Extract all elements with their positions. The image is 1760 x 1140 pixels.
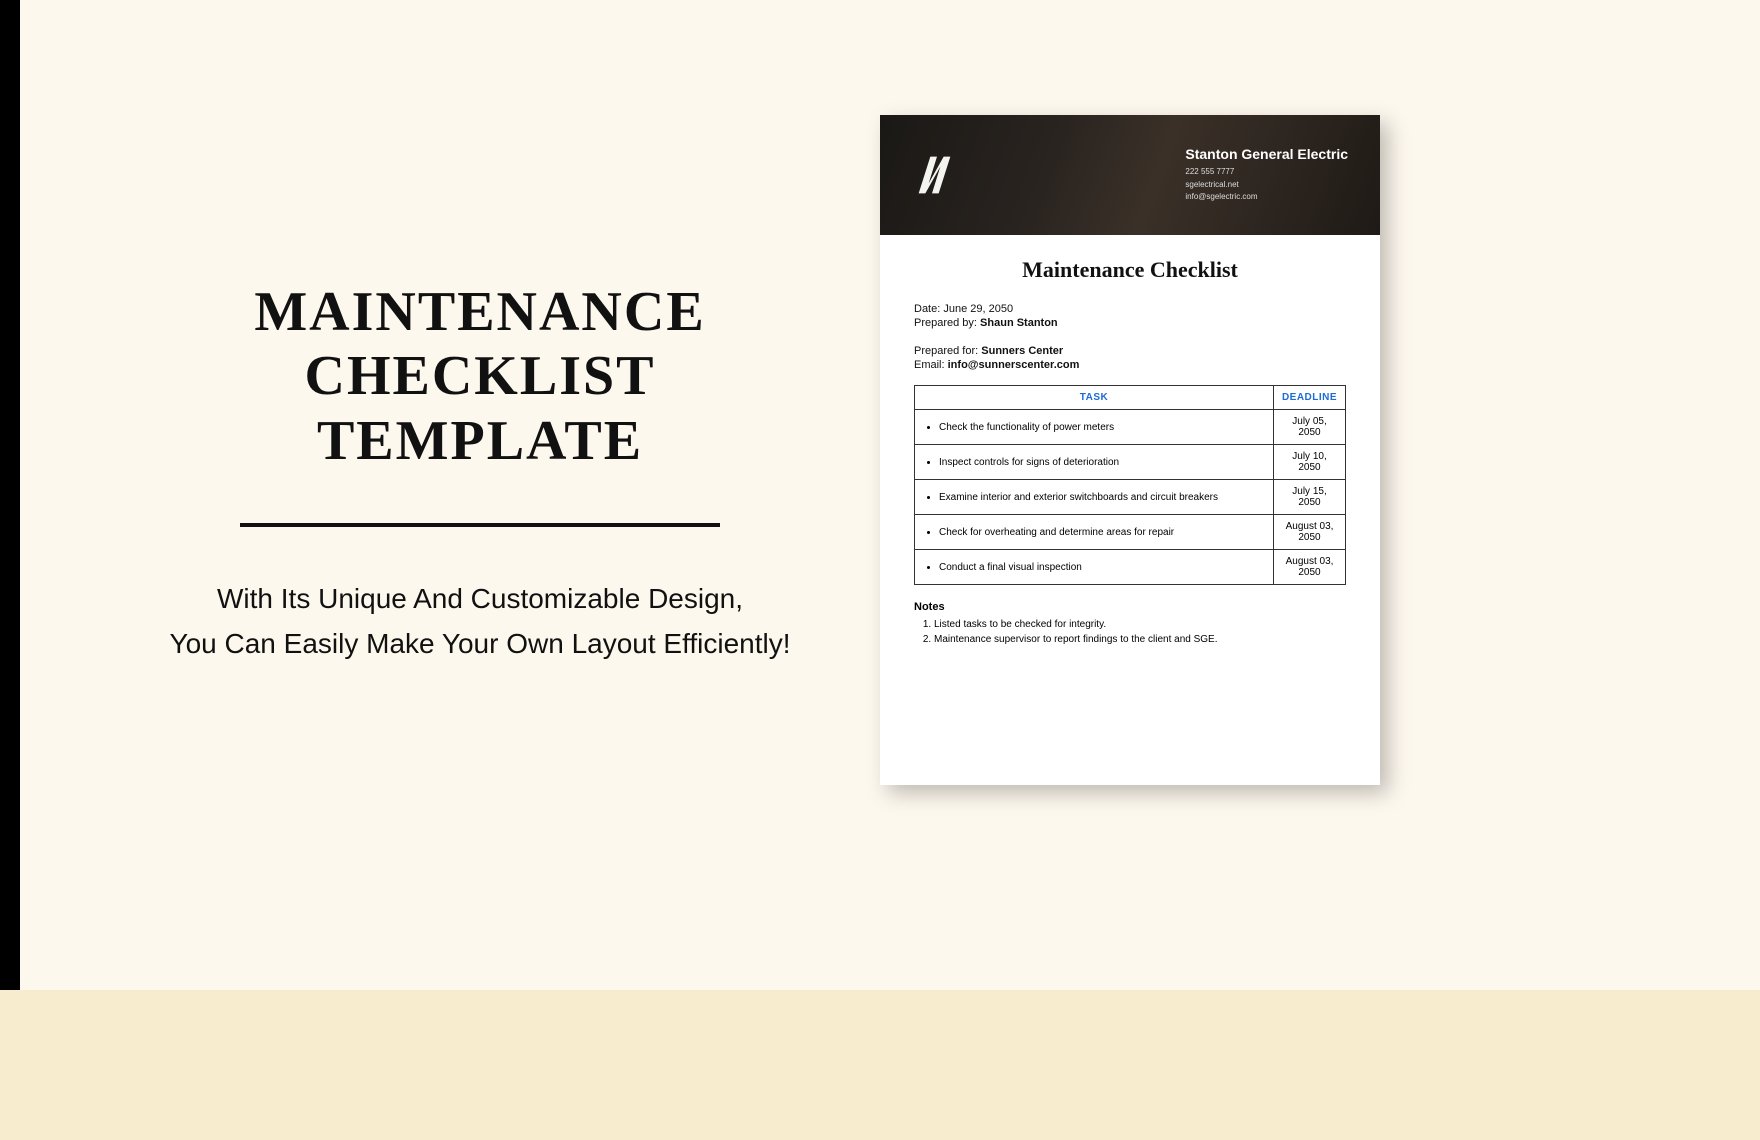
table-row: Examine interior and exterior switchboar…	[915, 480, 1346, 515]
note-item: Maintenance supervisor to report finding…	[934, 632, 1346, 647]
task-text: Examine interior and exterior switchboar…	[939, 492, 1267, 503]
company-block: Stanton General Electric 222 555 7777 sg…	[1185, 146, 1348, 204]
cell-deadline: July 10, 2050	[1274, 445, 1346, 480]
document-header: Stanton General Electric 222 555 7777 sg…	[880, 115, 1380, 235]
document-title: Maintenance Checklist	[914, 257, 1346, 283]
company-email: info@sgelectric.com	[1185, 191, 1348, 204]
title-divider	[240, 523, 720, 527]
task-text: Check the functionality of power meters	[939, 422, 1267, 433]
cell-deadline: July 05, 2050	[1274, 410, 1346, 445]
table-row: Check the functionality of power meters …	[915, 410, 1346, 445]
meta-prepared-for-label: Prepared for:	[914, 345, 978, 357]
company-phone: 222 555 7777	[1185, 166, 1348, 179]
meta-prepared-by-value: Shaun Stanton	[980, 317, 1058, 329]
notes-list: Listed tasks to be checked for integrity…	[934, 617, 1346, 647]
task-text: Check for overheating and determine area…	[939, 527, 1267, 538]
cell-deadline: August 03, 2050	[1274, 515, 1346, 550]
notes-title: Notes	[914, 601, 1346, 613]
table-row: Inspect controls for signs of deteriorat…	[915, 445, 1346, 480]
table-row: Conduct a final visual inspection August…	[915, 550, 1346, 585]
title-line-2: TEMPLATE	[120, 409, 840, 473]
subtitle-line-1: With Its Unique And Customizable Design,	[120, 577, 840, 622]
note-item: Listed tasks to be checked for integrity…	[934, 617, 1346, 632]
meta-block-2: Prepared for: Sunners Center Email: info…	[914, 345, 1346, 371]
company-name: Stanton General Electric	[1185, 146, 1348, 162]
company-website: sgelectrical.net	[1185, 179, 1348, 192]
company-logo-icon	[912, 150, 962, 200]
task-text: Inspect controls for signs of deteriorat…	[939, 457, 1267, 468]
meta-date-label: Date:	[914, 303, 940, 315]
checklist-table: TASK DEADLINE Check the functionality of…	[914, 385, 1346, 585]
document-preview-wrap: Stanton General Electric 222 555 7777 sg…	[880, 115, 1380, 785]
cell-task: Check the functionality of power meters	[915, 410, 1274, 445]
meta-email-value: info@sunnerscenter.com	[948, 359, 1080, 371]
meta-date: Date: June 29, 2050	[914, 303, 1346, 315]
cell-task: Conduct a final visual inspection	[915, 550, 1274, 585]
cell-task: Inspect controls for signs of deteriorat…	[915, 445, 1274, 480]
title-line-1: MAINTENANCE CHECKLIST	[120, 280, 840, 409]
main-layout: MAINTENANCE CHECKLIST TEMPLATE With Its …	[0, 0, 1760, 1140]
cell-task: Examine interior and exterior switchboar…	[915, 480, 1274, 515]
document-preview: Stanton General Electric 222 555 7777 sg…	[880, 115, 1380, 785]
meta-prepared-by-label: Prepared by:	[914, 317, 977, 329]
cell-deadline: August 03, 2050	[1274, 550, 1346, 585]
table-row: Check for overheating and determine area…	[915, 515, 1346, 550]
th-deadline: DEADLINE	[1274, 386, 1346, 410]
logo-wrap	[912, 150, 962, 200]
document-body: Maintenance Checklist Date: June 29, 205…	[880, 235, 1380, 785]
meta-prepared-for-value: Sunners Center	[981, 345, 1063, 357]
meta-date-value: June 29, 2050	[943, 303, 1013, 315]
meta-prepared-by: Prepared by: Shaun Stanton	[914, 317, 1346, 329]
th-task: TASK	[915, 386, 1274, 410]
left-pane: MAINTENANCE CHECKLIST TEMPLATE With Its …	[0, 0, 840, 1140]
subtitle-line-2: You Can Easily Make Your Own Layout Effi…	[120, 622, 840, 667]
table-header-row: TASK DEADLINE	[915, 386, 1346, 410]
task-text: Conduct a final visual inspection	[939, 562, 1267, 573]
meta-block-1: Date: June 29, 2050 Prepared by: Shaun S…	[914, 303, 1346, 329]
meta-email: Email: info@sunnerscenter.com	[914, 359, 1346, 371]
page-title: MAINTENANCE CHECKLIST TEMPLATE	[120, 280, 840, 473]
subtitle: With Its Unique And Customizable Design,…	[120, 577, 840, 667]
meta-prepared-for: Prepared for: Sunners Center	[914, 345, 1346, 357]
meta-email-label: Email:	[914, 359, 945, 371]
cell-task: Check for overheating and determine area…	[915, 515, 1274, 550]
cell-deadline: July 15, 2050	[1274, 480, 1346, 515]
